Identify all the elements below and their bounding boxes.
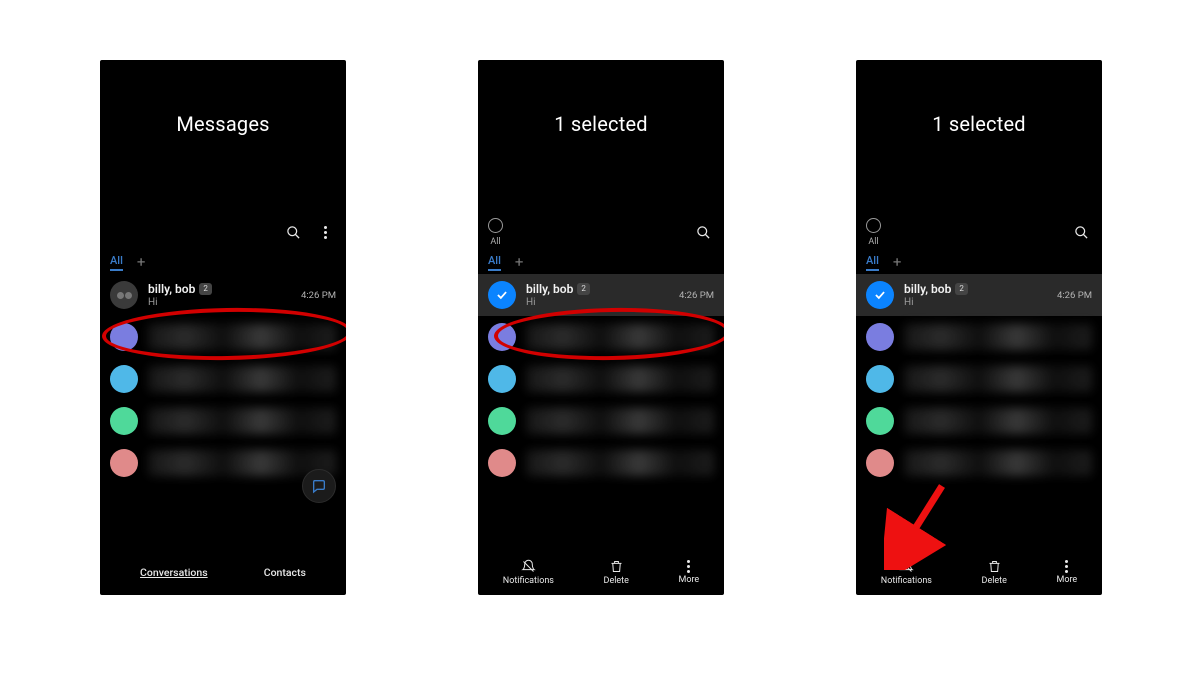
more-icon[interactable]: [314, 221, 336, 243]
timestamp: 4:26 PM: [1057, 290, 1092, 301]
tab-all[interactable]: All: [866, 254, 879, 271]
tab-conversations[interactable]: Conversations: [140, 566, 208, 579]
filter-tabs: All +: [100, 250, 346, 274]
add-tab-icon[interactable]: +: [893, 255, 902, 270]
toolbar: All: [478, 214, 724, 250]
delete-label: Delete: [982, 576, 1007, 586]
select-all-label: All: [868, 237, 878, 247]
message-preview: Hi: [904, 297, 1047, 308]
bottom-tabs: Conversations Contacts: [100, 549, 346, 595]
checkmark-icon[interactable]: [488, 281, 516, 309]
tab-contacts[interactable]: Contacts: [264, 566, 306, 579]
compose-button[interactable]: [302, 469, 336, 503]
notifications-button[interactable]: Notifications: [881, 559, 932, 586]
list-item[interactable]: [100, 316, 346, 358]
select-all-toggle[interactable]: [866, 218, 881, 233]
more-label: More: [678, 575, 699, 585]
unread-badge: 2: [577, 283, 590, 295]
list-item[interactable]: [856, 442, 1102, 484]
search-icon[interactable]: [282, 221, 304, 243]
unread-badge: 2: [199, 283, 212, 295]
list-item[interactable]: [856, 316, 1102, 358]
list-item[interactable]: [478, 442, 724, 484]
more-label: More: [1056, 575, 1077, 585]
list-item[interactable]: [100, 400, 346, 442]
conversation-name: billy, bob: [526, 282, 573, 296]
delete-label: Delete: [604, 576, 629, 586]
action-bar: Notifications Delete More: [856, 549, 1102, 595]
conversation-name: billy, bob: [904, 282, 951, 296]
add-tab-icon[interactable]: +: [515, 255, 524, 270]
page-title: Messages: [100, 60, 346, 136]
filter-tabs: All +: [856, 250, 1102, 274]
timestamp: 4:26 PM: [679, 290, 714, 301]
select-all-toggle[interactable]: [488, 218, 503, 233]
toolbar: All: [856, 214, 1102, 250]
unread-badge: 2: [955, 283, 968, 295]
phone-screen-1: Messages All + billy, bob: [100, 60, 346, 595]
notifications-button[interactable]: Notifications: [503, 559, 554, 586]
list-item[interactable]: [100, 358, 346, 400]
tab-all[interactable]: All: [110, 254, 123, 271]
page-title: 1 selected: [478, 60, 724, 136]
filter-tabs: All +: [478, 250, 724, 274]
conversation-name: billy, bob: [148, 282, 195, 296]
delete-button[interactable]: Delete: [982, 559, 1007, 586]
list-item[interactable]: [856, 358, 1102, 400]
notifications-label: Notifications: [503, 576, 554, 586]
list-item[interactable]: [478, 358, 724, 400]
notifications-label: Notifications: [881, 576, 932, 586]
search-icon[interactable]: [692, 221, 714, 243]
conversation-row[interactable]: billy, bob 2 Hi 4:26 PM: [856, 274, 1102, 316]
add-tab-icon[interactable]: +: [137, 255, 146, 270]
toolbar: [100, 214, 346, 250]
select-all-label: All: [490, 237, 500, 247]
timestamp: 4:26 PM: [301, 290, 336, 301]
search-icon[interactable]: [1070, 221, 1092, 243]
action-bar: Notifications Delete More: [478, 549, 724, 595]
group-avatar-icon: [110, 281, 138, 309]
phone-screen-2: 1 selected All All + billy,: [478, 60, 724, 595]
list-item[interactable]: [856, 400, 1102, 442]
tab-all[interactable]: All: [488, 254, 501, 271]
delete-button[interactable]: Delete: [604, 559, 629, 586]
conversation-row[interactable]: billy, bob 2 Hi 4:26 PM: [100, 274, 346, 316]
checkmark-icon[interactable]: [866, 281, 894, 309]
phone-screen-3: 1 selected All All + billy,: [856, 60, 1102, 595]
message-preview: Hi: [526, 297, 669, 308]
page-title: 1 selected: [856, 60, 1102, 136]
list-item[interactable]: [478, 400, 724, 442]
more-button[interactable]: More: [1056, 560, 1077, 585]
list-item[interactable]: [478, 316, 724, 358]
message-preview: Hi: [148, 297, 291, 308]
conversation-row[interactable]: billy, bob 2 Hi 4:26 PM: [478, 274, 724, 316]
more-button[interactable]: More: [678, 560, 699, 585]
